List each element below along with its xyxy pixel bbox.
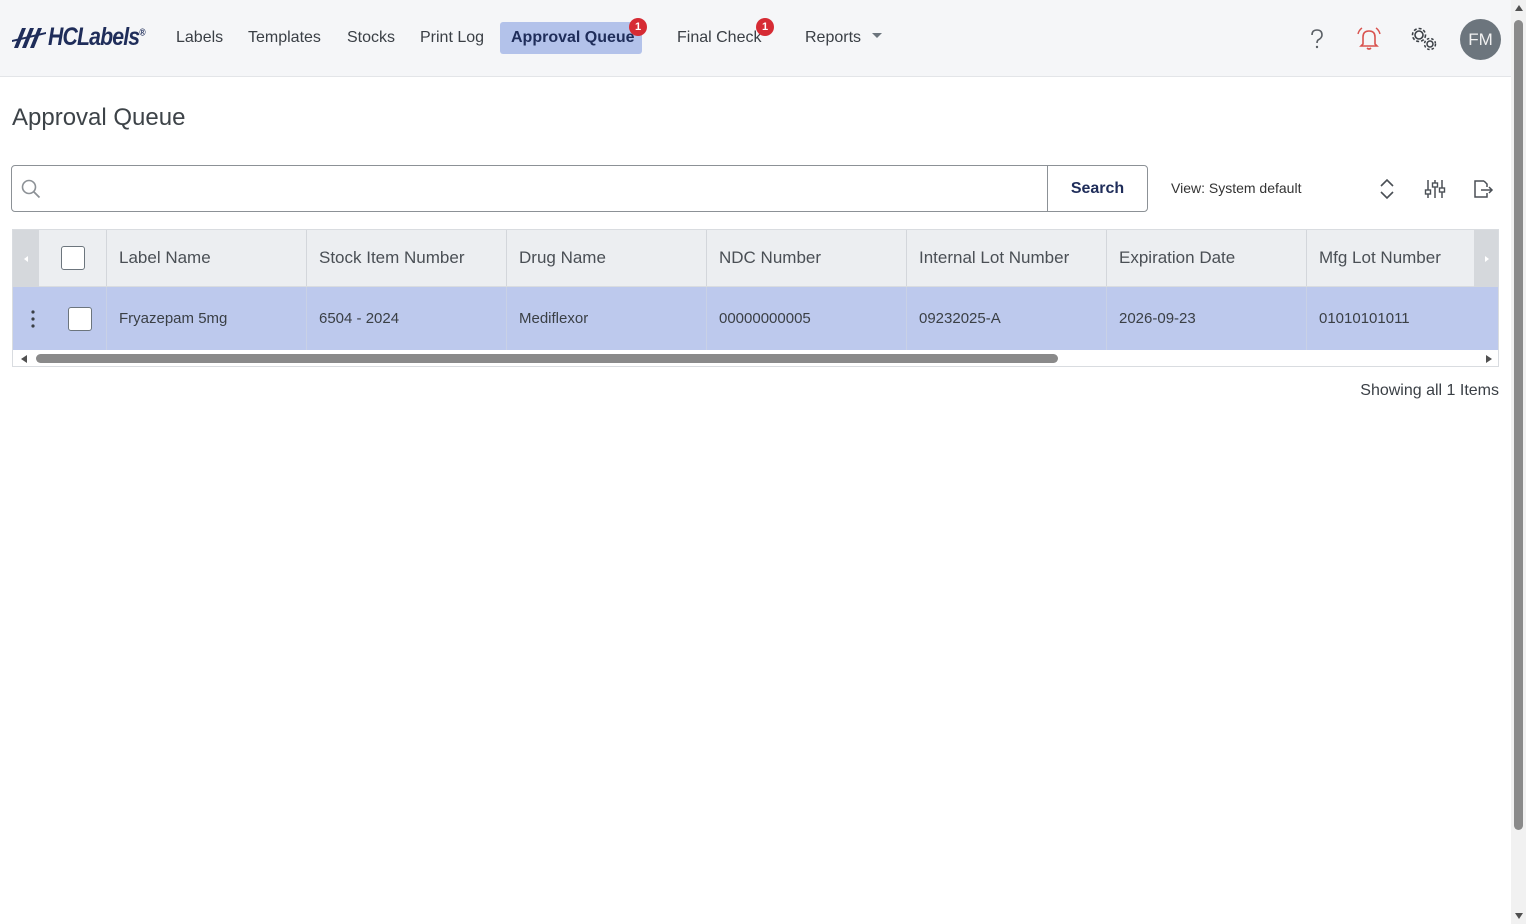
column-header-ndc-number[interactable]: NDC Number xyxy=(707,230,907,286)
search-icon xyxy=(21,179,41,204)
user-avatar[interactable]: FM xyxy=(1460,19,1501,60)
logo-mark-icon xyxy=(12,28,46,48)
help-icon[interactable] xyxy=(1300,22,1334,56)
settings-gears-icon[interactable] xyxy=(1407,22,1441,56)
column-header-stock-item-number[interactable]: Stock Item Number xyxy=(307,230,507,286)
cell-expiration-date: 2026-09-23 xyxy=(1107,287,1307,350)
row-actions-menu[interactable] xyxy=(13,287,53,350)
nav-reports-label: Reports xyxy=(805,29,862,46)
nav-print-log[interactable]: Print Log xyxy=(409,22,495,54)
table-header: Label Name Stock Item Number Drug Name N… xyxy=(13,230,1498,287)
cell-label-name: Fryazepam 5mg xyxy=(107,287,307,350)
hclabels-logo[interactable]: HCLabels® xyxy=(12,20,162,54)
logo-text: HCLabels® xyxy=(48,22,146,51)
nav-stocks[interactable]: Stocks xyxy=(336,22,406,54)
cell-mfg-lot-number: 01010101011 xyxy=(1319,310,1410,327)
column-header-mfg-lot-number[interactable]: Mfg Lot Number xyxy=(1307,230,1474,286)
scroll-columns-left-button[interactable] xyxy=(13,230,39,287)
select-all-checkbox[interactable] xyxy=(60,246,85,270)
caret-down-icon xyxy=(872,33,883,39)
row-select-checkbox[interactable] xyxy=(67,306,92,331)
triangle-left-icon xyxy=(24,255,28,262)
page-title: Approval Queue xyxy=(12,104,186,131)
export-icon[interactable] xyxy=(1470,176,1496,202)
items-count: Showing all 1 Items xyxy=(1360,382,1499,399)
page-vertical-scrollbar[interactable] xyxy=(1511,0,1526,924)
nav-final-check[interactable]: Final Check 1 xyxy=(666,18,774,54)
vertical-scroll-thumb[interactable] xyxy=(1514,20,1523,830)
bell-icon[interactable] xyxy=(1352,22,1386,56)
horizontal-scroll-thumb[interactable] xyxy=(36,354,1058,363)
row-select-cell xyxy=(53,287,107,350)
column-header-expiration-date[interactable]: Expiration Date xyxy=(1107,230,1307,286)
nav-labels[interactable]: Labels xyxy=(165,22,234,54)
approval-queue-table: Label Name Stock Item Number Drug Name N… xyxy=(12,229,1499,367)
horizontal-scrollbar[interactable] xyxy=(13,350,1498,366)
select-all-cell xyxy=(39,230,107,286)
scroll-up-arrow-icon[interactable] xyxy=(1515,5,1523,11)
scroll-left-arrow-icon[interactable] xyxy=(21,355,27,363)
cell-internal-lot-number: 09232025-A xyxy=(907,287,1107,350)
cell-drug-name: Mediflexor xyxy=(507,287,707,350)
approval-queue-badge: 1 xyxy=(629,18,647,36)
scroll-right-arrow-icon[interactable] xyxy=(1486,355,1492,363)
search-button[interactable]: Search xyxy=(1047,166,1147,211)
nav-templates[interactable]: Templates xyxy=(237,22,332,54)
view-selector[interactable]: View: System default xyxy=(1171,180,1301,196)
nav-reports-dropdown[interactable]: Reports xyxy=(794,22,893,54)
scroll-down-arrow-icon[interactable] xyxy=(1515,913,1523,919)
scroll-columns-right-button[interactable] xyxy=(1474,230,1498,287)
top-navbar: HCLabels® Labels Templates Stocks Print … xyxy=(0,0,1511,77)
cell-ndc-number: 00000000005 xyxy=(707,287,907,350)
search-input[interactable] xyxy=(52,167,1042,210)
column-header-drug-name[interactable]: Drug Name xyxy=(507,230,707,286)
cell-stock-item-number: 6504 - 2024 xyxy=(307,287,507,350)
nav-final-check-label: Final Check xyxy=(677,29,762,46)
vertical-ellipsis-icon xyxy=(31,309,35,328)
nav-approval-queue-label: Approval Queue xyxy=(511,29,635,46)
triangle-right-icon xyxy=(1485,255,1489,262)
column-header-internal-lot-number[interactable]: Internal Lot Number xyxy=(907,230,1107,286)
search-bar: Search xyxy=(11,165,1148,212)
expand-collapse-icon[interactable] xyxy=(1374,176,1400,202)
column-header-label-name[interactable]: Label Name xyxy=(107,230,307,286)
column-settings-icon[interactable] xyxy=(1422,176,1448,202)
table-row[interactable]: Fryazepam 5mg 6504 - 2024 Mediflexor 000… xyxy=(13,287,1498,350)
final-check-badge: 1 xyxy=(756,18,774,36)
nav-approval-queue[interactable]: Approval Queue 1 xyxy=(500,18,647,54)
